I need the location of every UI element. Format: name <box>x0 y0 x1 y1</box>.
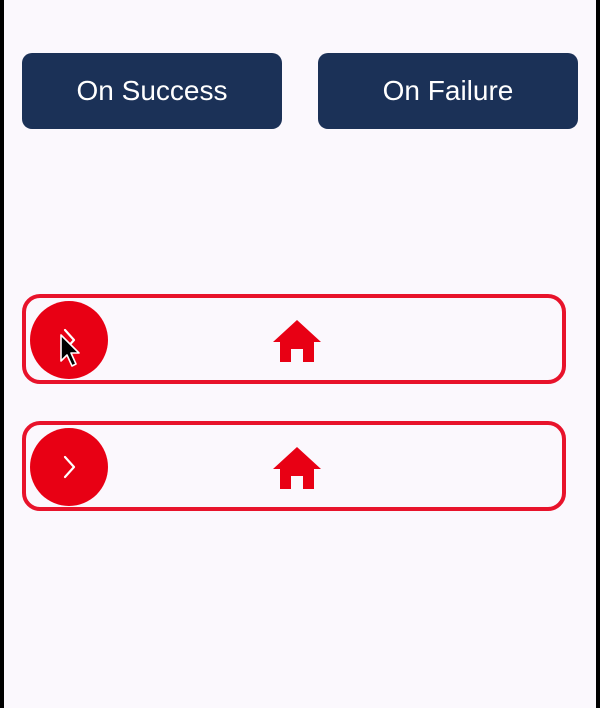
slide-to-act-slider[interactable] <box>22 421 566 511</box>
chevron-right-icon <box>63 328 76 352</box>
slider-thumb[interactable] <box>30 301 108 379</box>
home-icon <box>273 447 321 489</box>
on-success-button[interactable]: On Success <box>22 53 282 129</box>
home-icon <box>273 320 321 362</box>
chevron-right-icon <box>63 455 76 479</box>
slide-to-act-slider[interactable] <box>22 294 566 384</box>
slider-thumb[interactable] <box>30 428 108 506</box>
on-failure-button[interactable]: On Failure <box>318 53 578 129</box>
app-screen: On Success On Failure <box>4 0 596 708</box>
